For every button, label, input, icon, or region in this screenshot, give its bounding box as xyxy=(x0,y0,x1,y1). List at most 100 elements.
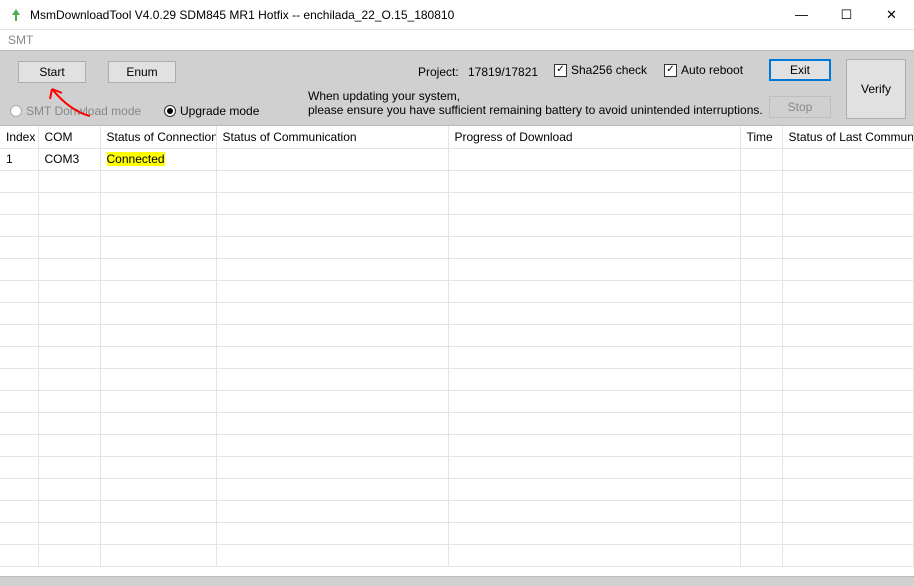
cell-com xyxy=(38,236,100,258)
table-row[interactable] xyxy=(0,522,914,544)
cell-time xyxy=(740,500,782,522)
header-last-communication[interactable]: Status of Last Communication xyxy=(782,126,914,148)
table-row[interactable] xyxy=(0,236,914,258)
header-progress[interactable]: Progress of Download xyxy=(448,126,740,148)
cell-time xyxy=(740,456,782,478)
cell-conn xyxy=(100,368,216,390)
cell-comm xyxy=(216,170,448,192)
cell-index xyxy=(0,192,38,214)
auto-reboot-checkbox[interactable]: ✓ Auto reboot xyxy=(664,63,743,77)
cell-time xyxy=(740,368,782,390)
start-button[interactable]: Start xyxy=(18,61,86,83)
close-button[interactable]: ✕ xyxy=(869,0,914,29)
table-row[interactable] xyxy=(0,456,914,478)
table-row[interactable] xyxy=(0,280,914,302)
cell-comm xyxy=(216,258,448,280)
cell-last xyxy=(782,302,914,324)
cell-index xyxy=(0,258,38,280)
cell-prog xyxy=(448,346,740,368)
cell-time xyxy=(740,170,782,192)
table-row[interactable]: 1COM3Connected xyxy=(0,148,914,170)
cell-time xyxy=(740,324,782,346)
stop-button: Stop xyxy=(769,96,831,118)
table-row[interactable] xyxy=(0,302,914,324)
sha256-checkbox[interactable]: ✓ Sha256 check xyxy=(554,63,647,77)
table-row[interactable] xyxy=(0,258,914,280)
cell-time xyxy=(740,412,782,434)
table-row[interactable] xyxy=(0,390,914,412)
header-time[interactable]: Time xyxy=(740,126,782,148)
cell-conn: Connected xyxy=(100,148,216,170)
cell-conn xyxy=(100,214,216,236)
table-row[interactable] xyxy=(0,324,914,346)
cell-index xyxy=(0,368,38,390)
cell-last xyxy=(782,324,914,346)
info-text-line1: When updating your system, xyxy=(308,89,460,103)
cell-comm xyxy=(216,214,448,236)
cell-com xyxy=(38,214,100,236)
table-row[interactable] xyxy=(0,368,914,390)
table-row[interactable] xyxy=(0,434,914,456)
cell-comm xyxy=(216,302,448,324)
header-connection[interactable]: Status of Connection xyxy=(100,126,216,148)
cell-conn xyxy=(100,456,216,478)
exit-button[interactable]: Exit xyxy=(769,59,831,81)
cell-com xyxy=(38,368,100,390)
table-row[interactable] xyxy=(0,500,914,522)
cell-index xyxy=(0,500,38,522)
window-controls: — ☐ ✕ xyxy=(779,0,914,29)
smt-radio-label: SMT Donwload mode xyxy=(26,104,141,118)
cell-prog xyxy=(448,522,740,544)
table-row[interactable] xyxy=(0,214,914,236)
cell-last xyxy=(782,170,914,192)
header-com[interactable]: COM xyxy=(38,126,100,148)
cell-com xyxy=(38,456,100,478)
cell-prog xyxy=(448,478,740,500)
header-communication[interactable]: Status of Communication xyxy=(216,126,448,148)
cell-comm xyxy=(216,148,448,170)
cell-prog xyxy=(448,148,740,170)
table-row[interactable] xyxy=(0,170,914,192)
maximize-button[interactable]: ☐ xyxy=(824,0,869,29)
verify-button[interactable]: Verify xyxy=(846,59,906,119)
statusbar xyxy=(0,576,914,586)
cell-time xyxy=(740,192,782,214)
cell-time xyxy=(740,478,782,500)
cell-com xyxy=(38,346,100,368)
auto-reboot-label: Auto reboot xyxy=(681,63,743,77)
cell-com xyxy=(38,302,100,324)
table-row[interactable] xyxy=(0,412,914,434)
device-table: Index COM Status of Connection Status of… xyxy=(0,126,914,567)
header-index[interactable]: Index xyxy=(0,126,38,148)
cell-index xyxy=(0,456,38,478)
cell-index xyxy=(0,302,38,324)
cell-time xyxy=(740,280,782,302)
enum-button[interactable]: Enum xyxy=(108,61,176,83)
upgrade-radio-label: Upgrade mode xyxy=(180,104,259,118)
cell-prog xyxy=(448,368,740,390)
minimize-button[interactable]: — xyxy=(779,0,824,29)
cell-time xyxy=(740,258,782,280)
cell-last xyxy=(782,434,914,456)
table-row[interactable] xyxy=(0,192,914,214)
table-row[interactable] xyxy=(0,544,914,566)
menu-smt[interactable]: SMT xyxy=(8,33,33,47)
cell-time xyxy=(740,522,782,544)
info-text-line2: please ensure you have sufficient remain… xyxy=(308,103,763,117)
upgrade-mode-radio[interactable]: Upgrade mode xyxy=(164,104,259,118)
cell-prog xyxy=(448,390,740,412)
cell-prog xyxy=(448,544,740,566)
cell-time xyxy=(740,148,782,170)
cell-last xyxy=(782,500,914,522)
cell-last xyxy=(782,522,914,544)
cell-com xyxy=(38,412,100,434)
cell-last xyxy=(782,280,914,302)
cell-comm xyxy=(216,280,448,302)
cell-last xyxy=(782,412,914,434)
cell-comm xyxy=(216,412,448,434)
table-row[interactable] xyxy=(0,346,914,368)
table-row[interactable] xyxy=(0,478,914,500)
cell-comm xyxy=(216,346,448,368)
cell-com xyxy=(38,280,100,302)
cell-conn xyxy=(100,302,216,324)
